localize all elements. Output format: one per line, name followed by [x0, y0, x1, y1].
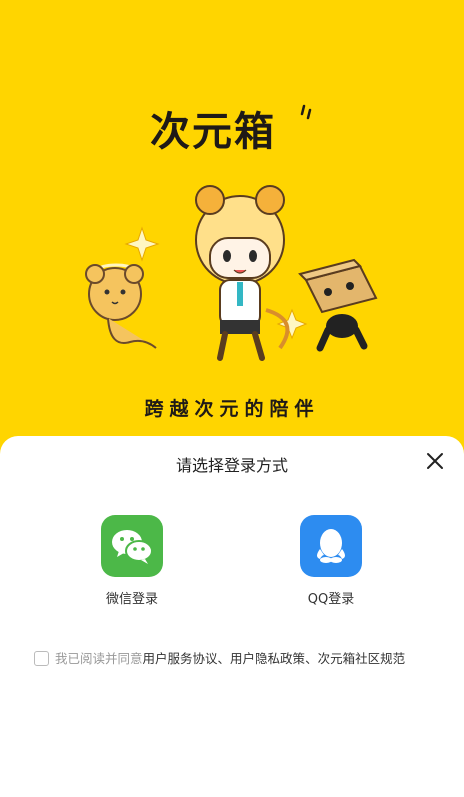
login-sheet: 请选择登录方式 微信登录 QQ登录 我已阅读并同意用户服务协议、用户隐私政策、次…: [0, 436, 464, 797]
agreement-row: 我已阅读并同意用户服务协议、用户隐私政策、次元箱社区规范: [34, 648, 406, 666]
app-logo: 次元箱: [150, 109, 276, 155]
login-sheet-title: 请选择登录方式: [175, 456, 288, 475]
mascot-illustration: [85, 185, 378, 361]
community-rules-link[interactable]: 次元箱社区规范: [318, 651, 406, 666]
agreement-separator: 、: [217, 651, 231, 666]
logo-accent-icon: [300, 104, 312, 120]
close-icon[interactable]: [422, 448, 448, 474]
qq-icon: [300, 515, 362, 577]
wechat-login-button[interactable]: 微信登录: [77, 515, 187, 607]
wechat-icon: [101, 515, 163, 577]
qq-login-button[interactable]: QQ登录: [276, 515, 386, 607]
agreement-checkbox[interactable]: [34, 651, 49, 666]
privacy-policy-link[interactable]: 用户隐私政策: [230, 651, 305, 666]
qq-login-label: QQ登录: [307, 592, 355, 607]
user-service-link[interactable]: 用户服务协议: [143, 651, 218, 666]
wechat-login-label: 微信登录: [105, 592, 158, 607]
agreement-separator: 、: [305, 651, 318, 666]
brand-tagline: 跨越次元的陪伴: [144, 398, 320, 420]
agreement-prefix: 我已阅读并同意: [55, 651, 143, 666]
